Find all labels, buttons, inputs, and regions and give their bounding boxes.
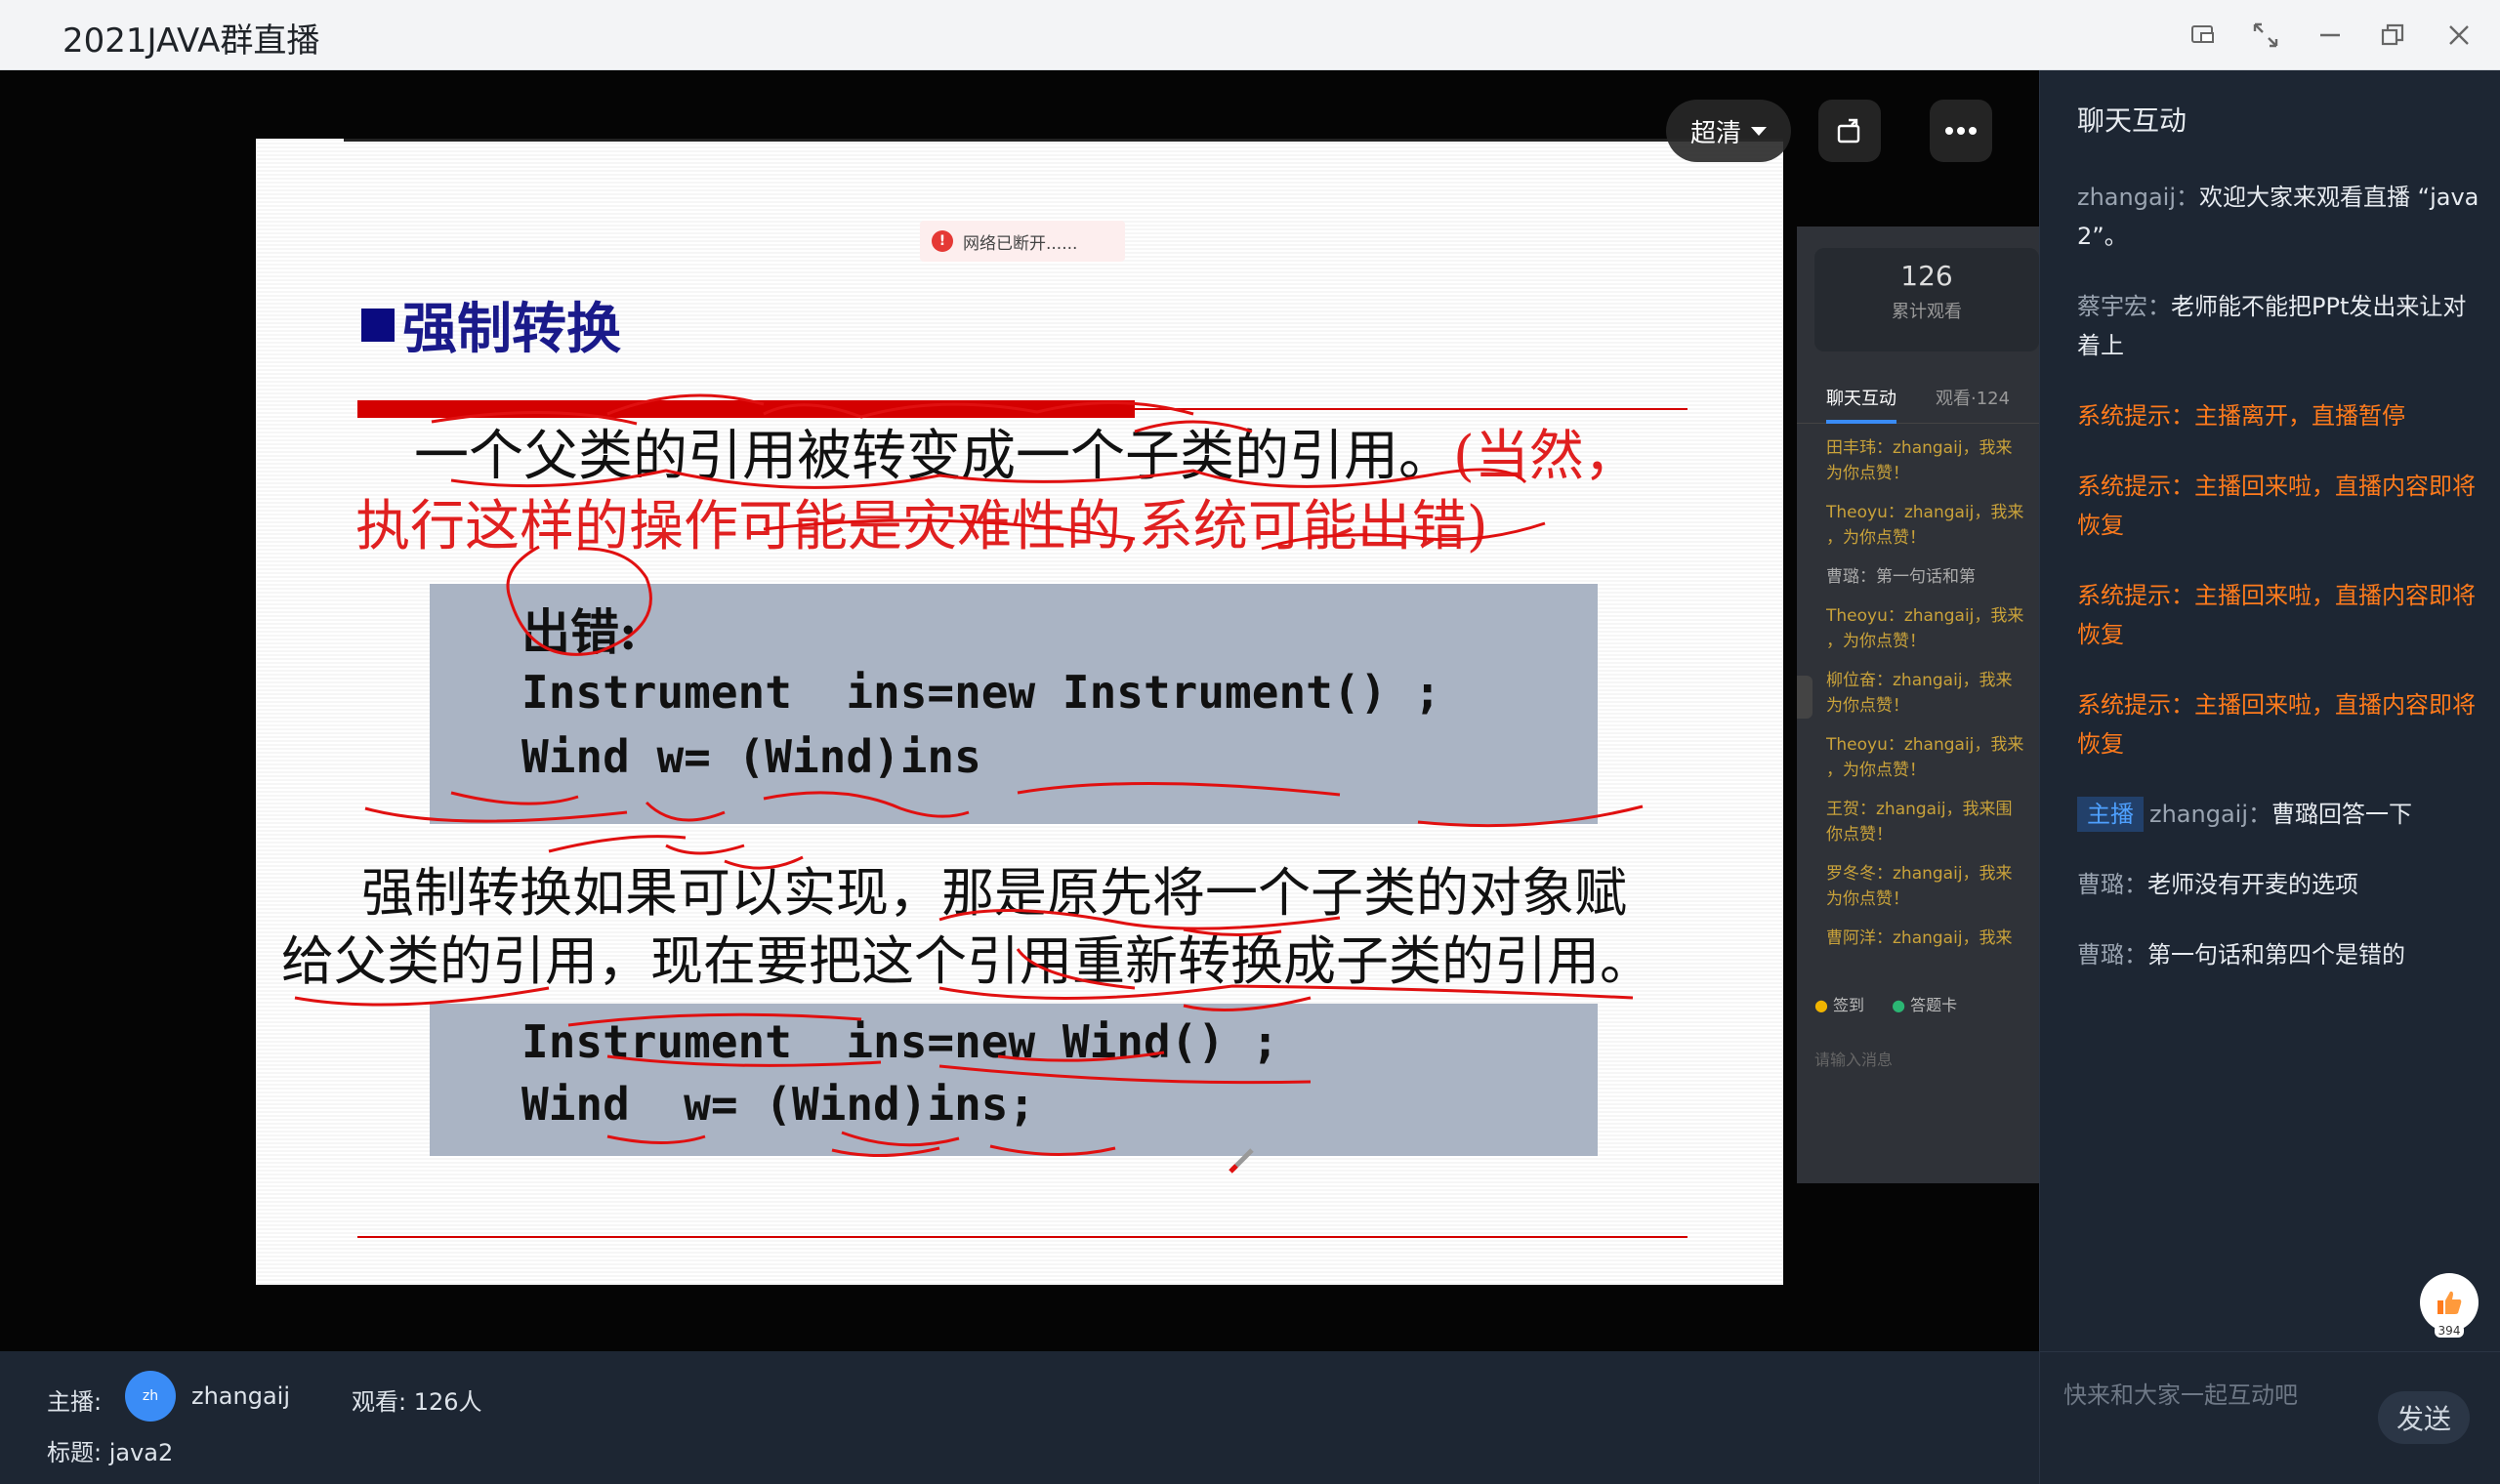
slide-paragraph-1: 一个父类的引用被转变成一个子类的引用。(当然， 执行这样的操作可能是灾难性的,系… (355, 422, 1781, 562)
code1-label: 出错: (521, 603, 638, 661)
slide-paragraph-2: 强制转换如果可以实现，那是原先将一个子类的对象赋 给父类的引用，现在要把这个引用… (281, 859, 1766, 996)
mini-message-list: 田丰玮：zhangaij，我来 为你点赞！ Theoyu：zhangaij，我来… (1826, 435, 2039, 965)
code2-line2: Wind w= (Wind)ins; (521, 1078, 1036, 1131)
slide-heading-text: 强制转换 (402, 297, 621, 361)
code2-line1: Instrument ins=new Wind() ; (521, 1015, 1279, 1068)
host-label: 主播: (47, 1388, 103, 1416)
chat-message-list[interactable]: zhangaij：欢迎大家来观看直播 “java 2”。 蔡宇宏：老师能不能把P… (2077, 178, 2487, 1006)
more-dots-icon (1945, 127, 1977, 135)
mini-view-count: 126 累计观看 (1814, 248, 2039, 351)
fullscreen-icon[interactable] (2246, 16, 2285, 55)
thumbs-up-icon (2438, 1291, 2462, 1314)
para1-red-text-b: 执行这样的操作可能是灾难性的,系统可能出错) (355, 495, 1488, 558)
stream-info-bar: 主播: zh zhangaij 观看: 126人 标题: java2 (0, 1351, 2039, 1484)
chat-panel: 聊天互动 zhangaij：欢迎大家来观看直播 “java 2”。 蔡宇宏：老师… (2039, 70, 2500, 1351)
restore-icon[interactable] (2373, 16, 2412, 55)
para1-black-text: 一个父类的引用被转变成一个子类的引用。 (414, 425, 1453, 488)
mini-message: 为你点赞！ (1826, 696, 1909, 716)
mini-message: 田丰玮：zhangaij，我来 (1826, 438, 2013, 458)
host-name: zhangaij (191, 1382, 291, 1410)
mini-message: 曹璐：第一句话和第 (1826, 567, 1976, 587)
chat-message: 蔡宇宏：老师能不能把PPt发出来让对着上 (2077, 293, 2467, 359)
code1-line1: Instrument ins=new Instrument() ; (521, 666, 1441, 719)
chat-message: 曹璐：老师没有开麦的选项 (2077, 871, 2358, 898)
mini-message: ，为你点赞！ (1826, 632, 1926, 651)
chat-system-message: 系统提示：主播离开，直播暂停 (2077, 402, 2405, 430)
send-button[interactable]: 发送 (2378, 1391, 2470, 1444)
mini-message: 你点赞！ (1826, 825, 1893, 845)
chat-message: zhangaij：欢迎大家来观看直播 “java 2”。 (2077, 184, 2479, 250)
para1-red-text-a: (当然， (1453, 425, 1639, 488)
mini-message: 柳位奋：zhangaij，我来 (1826, 671, 2013, 690)
mini-tab-chat: 聊天互动 (1826, 385, 1896, 424)
mini-message: Theoyu：zhangaij，我来 (1826, 606, 2024, 626)
mini-message: Theoyu：zhangaij，我来 (1826, 735, 2024, 755)
quality-label: 超清 (1689, 118, 1741, 148)
mini-tabs: 聊天互动 观看·124 (1797, 371, 2039, 424)
mini-input-placeholder: 请输入消息 (1814, 1051, 1894, 1069)
slide-heading: 强制转换 (361, 285, 621, 364)
shared-screen-chat-panel: 126 累计观看 聊天互动 观看·124 田丰玮：zhangaij，我来 为你点… (1797, 227, 2039, 1183)
error-icon: ! (932, 230, 953, 252)
para2-line2: 给父类的引用，现在要把这个引用重新转换成子类的引用。 (281, 930, 1652, 992)
heading-red-line (1135, 408, 1688, 410)
more-options-button[interactable] (1930, 100, 1992, 162)
chat-header: 聊天互动 (2077, 104, 2188, 137)
mini-message: 为你点赞！ (1826, 464, 1909, 483)
mini-count-label: 累计观看 (1892, 302, 1962, 322)
slide-top-line (344, 139, 1783, 142)
code-block-error: 出错: Instrument ins=new Instrument() ; Wi… (430, 584, 1598, 824)
mini-message: ，为你点赞！ (1826, 528, 1926, 548)
stream-topic: 标题: java2 (47, 1439, 174, 1466)
view-count: 观看: 126人 (352, 1388, 482, 1416)
mini-tab-views: 观看·124 (1936, 388, 2011, 409)
like-button[interactable]: 394 (2420, 1273, 2479, 1338)
network-disconnected-toast: ! 网络已断开...... (920, 221, 1125, 262)
mini-message: 为你点赞！ (1826, 889, 1909, 909)
presentation-slide: ! 网络已断开...... 强制转换 一个父类的引用被转变成一个子类的引用。(当… (256, 139, 1783, 1285)
network-toast-text: 网络已断开...... (963, 233, 1078, 254)
mini-message: Theoyu：zhangaij，我来 (1826, 503, 2024, 522)
mini-message: 曹阿洋：zhangaij，我来 (1826, 928, 2013, 948)
title-bar: 2021JAVA群直播 (0, 0, 2500, 70)
mini-actions: ● 签到 ● 答题卡 (1814, 992, 1957, 1015)
chat-system-message: 系统提示：主播回来啦，直播内容即将恢复 (2077, 473, 2476, 539)
caret-down-icon (1751, 126, 1767, 136)
code-block-correct: Instrument ins=new Wind() ; Wind w= (Win… (430, 1004, 1598, 1156)
chat-message: 曹璐：第一句话和第四个是错的 (2077, 941, 2405, 969)
chat-host-message: 主播 zhangaij：曹璐回答一下 (2077, 795, 2487, 834)
slide-bottom-line (357, 1236, 1688, 1238)
mini-count-value: 126 (1900, 260, 1953, 292)
chat-input-area: 快来和大家一起互动吧 发送 (2039, 1351, 2500, 1484)
live-video-area[interactable]: ! 网络已断开...... 强制转换 一个父类的引用被转变成一个子类的引用。(当… (0, 70, 2039, 1351)
picture-in-picture-icon[interactable] (2184, 16, 2223, 55)
mini-signin: ● 签到 (1814, 996, 1865, 1014)
mini-message: ，为你点赞！ (1826, 761, 1926, 780)
mini-message: 罗冬冬：zhangaij，我来 (1826, 864, 2013, 884)
heading-red-bar (357, 400, 1135, 418)
avatar[interactable]: zh (125, 1371, 176, 1422)
host-tag: 主播 (2077, 797, 2144, 832)
rotate-screen-button[interactable] (1818, 100, 1881, 162)
bullet-square-icon (361, 308, 395, 342)
para2-line1: 强制转换如果可以实现，那是原先将一个子类的对象赋 (361, 862, 1627, 924)
chat-system-message: 系统提示：主播回来啦，直播内容即将恢复 (2077, 691, 2476, 758)
minimize-icon[interactable] (2311, 16, 2350, 55)
quality-selector[interactable]: 超清 (1666, 100, 1791, 162)
close-icon[interactable] (2439, 16, 2479, 55)
like-count: 394 (2434, 1324, 2465, 1338)
mini-answer-card: ● 答题卡 (1892, 996, 1958, 1014)
mini-panel-collapse-handle (1797, 676, 1812, 719)
chat-input[interactable]: 快来和大家一起互动吧 (2063, 1376, 2298, 1410)
window-title: 2021JAVA群直播 (62, 21, 320, 61)
code1-line2: Wind w= (Wind)ins (521, 730, 981, 783)
mini-message: 王贺：zhangaij，我来围 (1826, 800, 2013, 819)
chat-system-message: 系统提示：主播回来啦，直播内容即将恢复 (2077, 582, 2476, 648)
rotate-icon (1837, 118, 1860, 144)
